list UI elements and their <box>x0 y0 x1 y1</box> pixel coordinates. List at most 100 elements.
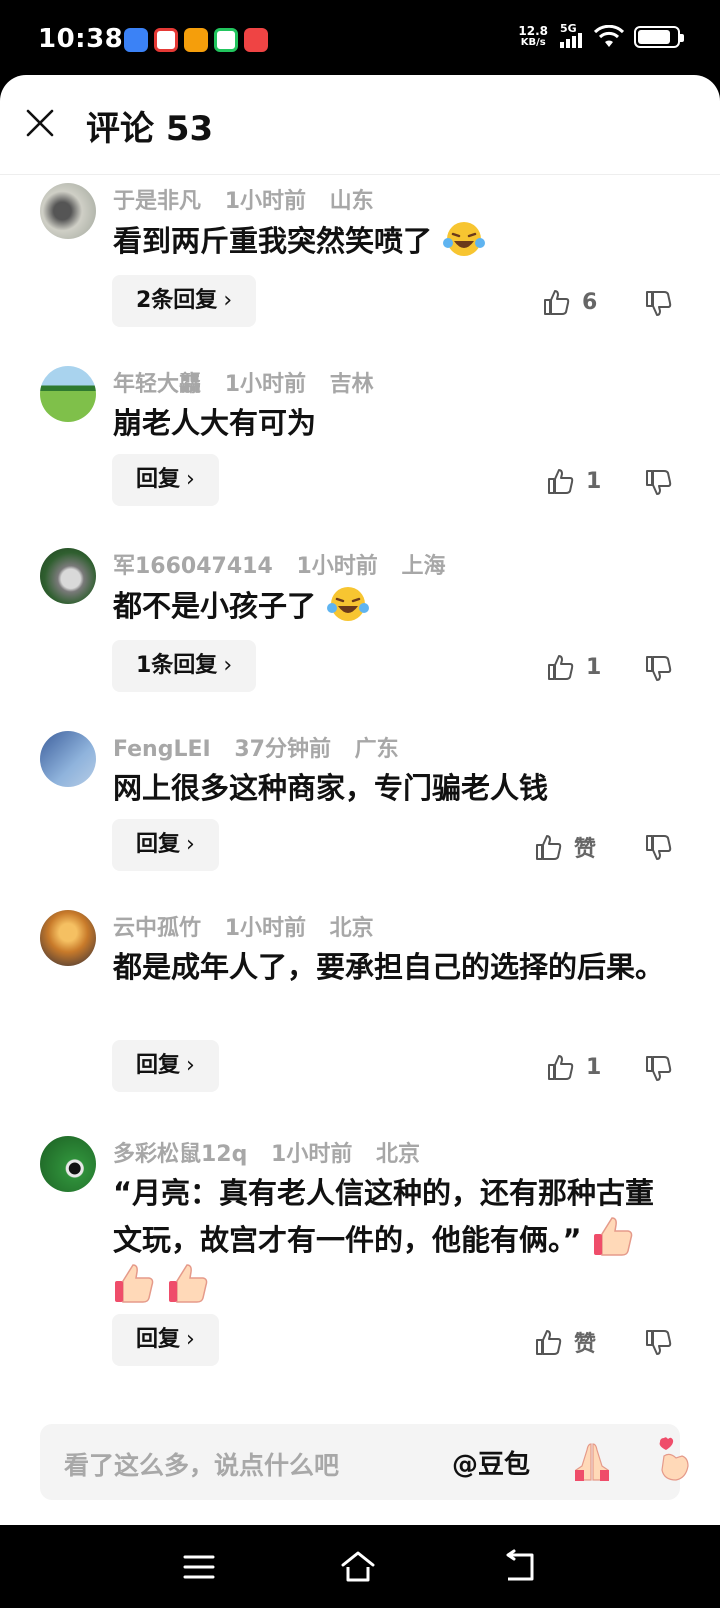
comment-text: 看到两斤重我突然笑喷了 <box>113 219 673 262</box>
comment-input[interactable]: 看了这么多，说点什么吧 @豆包 <box>40 1424 689 1500</box>
notification-app-icons <box>124 28 268 52</box>
comment-text: 崩老人大有可为 <box>113 406 317 440</box>
comment-time: 1小时前 <box>296 554 378 579</box>
comment-location: 北京 <box>376 1142 421 1167</box>
back-icon[interactable] <box>502 1549 538 1585</box>
wifi-icon <box>594 25 624 47</box>
comment-user[interactable]: 年轻大龘 <box>113 372 201 397</box>
comment-location: 吉林 <box>329 372 374 397</box>
thumbs-up-icon <box>548 655 574 680</box>
red-label-app-icon <box>244 28 268 52</box>
home-icon[interactable] <box>340 1549 376 1585</box>
comment-location: 广东 <box>354 737 399 762</box>
menu-icon[interactable] <box>181 1549 217 1585</box>
thumbs-down-icon[interactable] <box>644 833 674 863</box>
net-speed-unit: KB/s <box>520 37 546 48</box>
thumbs-up-emoji <box>115 1264 154 1303</box>
like-count: 1 <box>586 654 602 680</box>
avatar[interactable] <box>40 183 96 239</box>
laughing-crying-emoji <box>327 587 370 621</box>
comment-user[interactable]: 军166047414 <box>113 554 273 579</box>
system-nav-bar <box>0 1525 720 1608</box>
comment-input-placeholder: 看了这么多，说点什么吧 <box>64 1451 340 1480</box>
comment-text: “月亮：真有老人信这种的，还有那种古董文玩，故宫才有一件的，他能有俩。” <box>113 1172 673 1308</box>
comment-time: 1小时前 <box>271 1142 353 1167</box>
thumbs-up-icon <box>548 1055 574 1080</box>
avatar[interactable] <box>40 548 96 604</box>
comment-meta: 年轻大龘 1小时前 吉林 <box>113 366 390 398</box>
view-replies-button[interactable]: 2条回复 › <box>112 275 257 327</box>
comment-user[interactable]: 于是非凡 <box>113 189 201 214</box>
like-button[interactable]: 6 <box>542 287 597 317</box>
finger-heart-emoji[interactable] <box>652 1436 698 1484</box>
thumbs-down-icon[interactable] <box>644 654 674 684</box>
comment-item: FengLEI 37分钟前 广东 网上很多这种商家，专门骗老人钱 回复 › 赞 <box>0 731 720 891</box>
comment-user[interactable]: FengLEI <box>113 737 211 762</box>
avatar[interactable] <box>40 366 96 422</box>
thumbs-down-icon[interactable] <box>644 1054 674 1084</box>
reply-button[interactable]: 回复 › <box>112 819 219 871</box>
thumbs-up-emoji <box>593 1217 632 1256</box>
like-count: 赞 <box>574 1332 597 1357</box>
like-count: 1 <box>586 468 602 494</box>
comment-text: 都不是小孩子了 <box>113 584 673 627</box>
thumbs-down-icon[interactable] <box>644 289 674 319</box>
orange-app-icon <box>184 28 208 52</box>
like-count: 1 <box>586 1054 602 1080</box>
avatar[interactable] <box>40 731 96 787</box>
comment-item: 年轻大龘 1小时前 吉林 崩老人大有可为 回复 › 1 <box>0 366 720 526</box>
comment-meta: FengLEI 37分钟前 广东 <box>113 731 415 763</box>
like-count: 6 <box>582 289 598 315</box>
reply-button[interactable]: 回复 › <box>112 454 219 506</box>
thumbs-down-icon[interactable] <box>644 468 674 498</box>
blue-app-icon <box>124 28 148 52</box>
comment-meta: 于是非凡 1小时前 山东 <box>113 183 390 215</box>
comment-user[interactable]: 云中孤竹 <box>113 916 201 941</box>
praying-hands-emoji[interactable] <box>570 1440 614 1484</box>
red-face-app-icon <box>154 28 178 52</box>
reply-button[interactable]: 回复 › <box>112 1314 219 1366</box>
mention-button[interactable]: @豆包 <box>452 1444 530 1481</box>
battery-icon <box>634 26 684 48</box>
status-time: 10:38 <box>38 24 124 54</box>
comment-time: 37分钟前 <box>234 737 331 762</box>
thumbs-down-icon[interactable] <box>644 1328 674 1358</box>
status-indicators: 12.8 KB/s 5G <box>518 22 684 50</box>
comments-title: 评论 53 <box>86 109 214 149</box>
comments-sheet: 评论 53 于是非凡 1小时前 山东 看到两斤重我突然笑喷了 2条回复 › 6 … <box>0 75 720 1525</box>
like-button[interactable]: 1 <box>546 652 601 682</box>
comment-item: 多彩松鼠12q 1小时前 北京 “月亮：真有老人信这种的，还有那种古董文玩，故宫… <box>0 1136 720 1376</box>
comment-time: 1小时前 <box>224 189 306 214</box>
comment-meta: 军166047414 1小时前 上海 <box>113 548 461 580</box>
comment-item: 军166047414 1小时前 上海 都不是小孩子了 1条回复 › 1 <box>0 548 720 713</box>
thumbs-up-emoji <box>169 1264 208 1303</box>
network-speed: 12.8 KB/s <box>518 25 548 49</box>
thumbs-up-icon <box>544 290 570 315</box>
avatar[interactable] <box>40 1136 96 1192</box>
comment-time: 1小时前 <box>224 916 306 941</box>
net-speed-value: 12.8 <box>518 24 548 38</box>
cell-signal-icon: 5G <box>558 22 584 50</box>
status-bar: 10:38 12.8 KB/s 5G <box>0 0 720 80</box>
view-replies-button[interactable]: 1条回复 › <box>112 640 257 692</box>
thumbs-up-icon <box>548 469 574 494</box>
green-app-icon <box>214 28 238 52</box>
comment-text: 网上很多这种商家，专门骗老人钱 <box>113 771 549 805</box>
sheet-header: 评论 53 <box>0 75 720 175</box>
close-icon[interactable] <box>22 105 58 141</box>
like-button[interactable]: 赞 <box>534 831 596 863</box>
reply-button[interactable]: 回复 › <box>112 1040 219 1092</box>
comment-time: 1小时前 <box>224 372 306 397</box>
like-button[interactable]: 1 <box>546 1052 601 1082</box>
comment-user[interactable]: 多彩松鼠12q <box>113 1142 247 1167</box>
like-button[interactable]: 赞 <box>534 1326 596 1358</box>
thumbs-up-icon <box>536 835 562 860</box>
comment-meta: 多彩松鼠12q 1小时前 北京 <box>113 1136 436 1168</box>
like-button[interactable]: 1 <box>546 466 601 496</box>
laughing-crying-emoji <box>443 222 486 256</box>
comment-location: 山东 <box>329 189 374 214</box>
avatar[interactable] <box>40 910 96 966</box>
comment-item: 于是非凡 1小时前 山东 看到两斤重我突然笑喷了 2条回复 › 6 <box>0 183 720 353</box>
comment-item: 云中孤竹 1小时前 北京 都是成年人了，要承担自己的选择的后果。 回复 › 1 <box>0 910 720 1110</box>
thumbs-up-icon <box>536 1330 562 1355</box>
